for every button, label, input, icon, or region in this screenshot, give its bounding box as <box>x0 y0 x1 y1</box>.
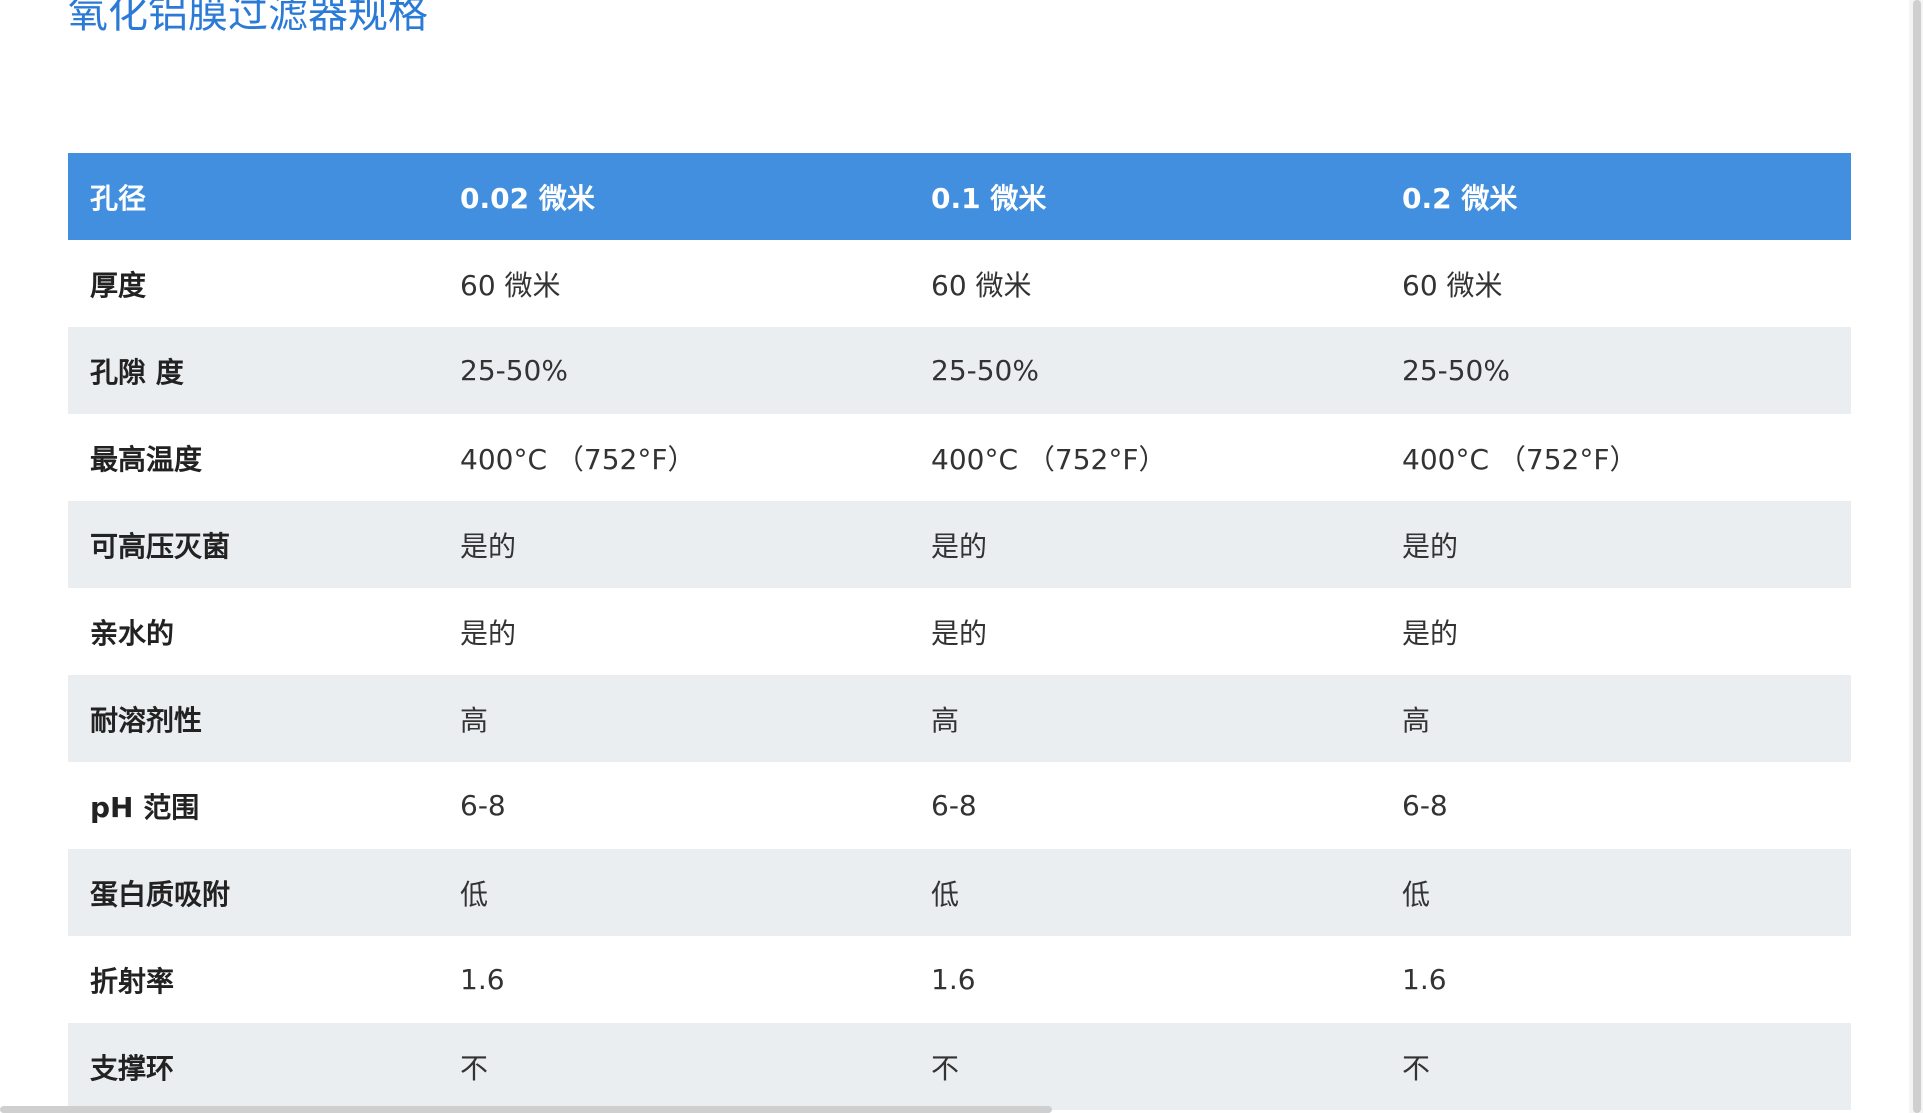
row-label: 支撑环 <box>90 1051 175 1085</box>
table-cell: 400°C （752°F） <box>460 442 696 476</box>
table-cell: 是的 <box>931 529 988 563</box>
table-row: 蛋白质吸附 低 低 低 <box>68 849 1851 936</box>
table-cell: 高 <box>1402 703 1431 737</box>
table-cell: 高 <box>931 703 960 737</box>
row-label: 折射率 <box>90 964 175 998</box>
table-cell: 60 微米 <box>1402 268 1503 302</box>
row-label: 蛋白质吸附 <box>90 877 231 911</box>
vertical-scrollbar-thumb[interactable] <box>1913 0 1921 1113</box>
table-row: 支撑环 不 不 不 <box>68 1023 1851 1110</box>
table-cell: 是的 <box>1402 616 1459 650</box>
spec-table: 孔径 0.02 微米 0.1 微米 0.2 微米 厚度 60 微米 60 微米 … <box>68 153 1851 1110</box>
table-header-row: 孔径 0.02 微米 0.1 微米 0.2 微米 <box>68 153 1851 240</box>
page-title: 氧化铝膜过滤器规格 <box>68 0 428 37</box>
table-cell: 高 <box>460 703 489 737</box>
table-row: 最高温度 400°C （752°F） 400°C （752°F） 400°C （… <box>68 414 1851 501</box>
row-label: 亲水的 <box>90 616 175 650</box>
table-cell: 6-8 <box>931 789 977 822</box>
table-cell: 60 微米 <box>931 268 1032 302</box>
table-cell: 是的 <box>460 616 517 650</box>
row-label: 厚度 <box>90 268 147 302</box>
table-cell: 低 <box>931 877 960 911</box>
table-row: 亲水的 是的 是的 是的 <box>68 588 1851 675</box>
table-cell: 是的 <box>1402 529 1459 563</box>
row-label: 可高压灭菌 <box>90 529 231 563</box>
table-cell: 60 微米 <box>460 268 561 302</box>
row-label: 耐溶剂性 <box>90 703 203 737</box>
table-cell: 400°C （752°F） <box>1402 442 1638 476</box>
page: 氧化铝膜过滤器规格 孔径 0.02 微米 0.1 微米 0.2 微米 厚度 60… <box>0 0 1923 1113</box>
row-label: 孔隙 度 <box>90 355 184 389</box>
header-cell-0-02um: 0.02 微米 <box>460 181 595 215</box>
table-row: 孔隙 度 25-50% 25-50% 25-50% <box>68 327 1851 414</box>
table-cell: 25-50% <box>931 354 1039 387</box>
table-row: 耐溶剂性 高 高 高 <box>68 675 1851 762</box>
table-row: 折射率 1.6 1.6 1.6 <box>68 936 1851 1023</box>
header-cell-pore-size: 孔径 <box>90 181 147 215</box>
table-cell: 不 <box>1402 1051 1431 1085</box>
row-label: pH 范围 <box>90 790 200 824</box>
vertical-scrollbar[interactable] <box>1909 0 1923 1113</box>
header-cell-0-2um: 0.2 微米 <box>1402 181 1518 215</box>
table-cell: 1.6 <box>931 963 976 996</box>
table-cell: 400°C （752°F） <box>931 442 1167 476</box>
table-cell: 1.6 <box>1402 963 1447 996</box>
table-cell: 是的 <box>460 529 517 563</box>
row-label: 最高温度 <box>90 442 203 476</box>
table-cell: 6-8 <box>1402 789 1448 822</box>
table-cell: 不 <box>931 1051 960 1085</box>
table-cell: 不 <box>460 1051 489 1085</box>
table-cell: 25-50% <box>460 354 568 387</box>
table-row: 厚度 60 微米 60 微米 60 微米 <box>68 240 1851 327</box>
table-row: pH 范围 6-8 6-8 6-8 <box>68 762 1851 849</box>
table-cell: 6-8 <box>460 789 506 822</box>
table-cell: 1.6 <box>460 963 505 996</box>
horizontal-scrollbar-thumb[interactable] <box>0 1106 1052 1113</box>
table-row: 可高压灭菌 是的 是的 是的 <box>68 501 1851 588</box>
table-cell: 25-50% <box>1402 354 1510 387</box>
table-cell: 低 <box>1402 877 1431 911</box>
header-cell-0-1um: 0.1 微米 <box>931 181 1047 215</box>
table-cell: 低 <box>460 877 489 911</box>
table-cell: 是的 <box>931 616 988 650</box>
